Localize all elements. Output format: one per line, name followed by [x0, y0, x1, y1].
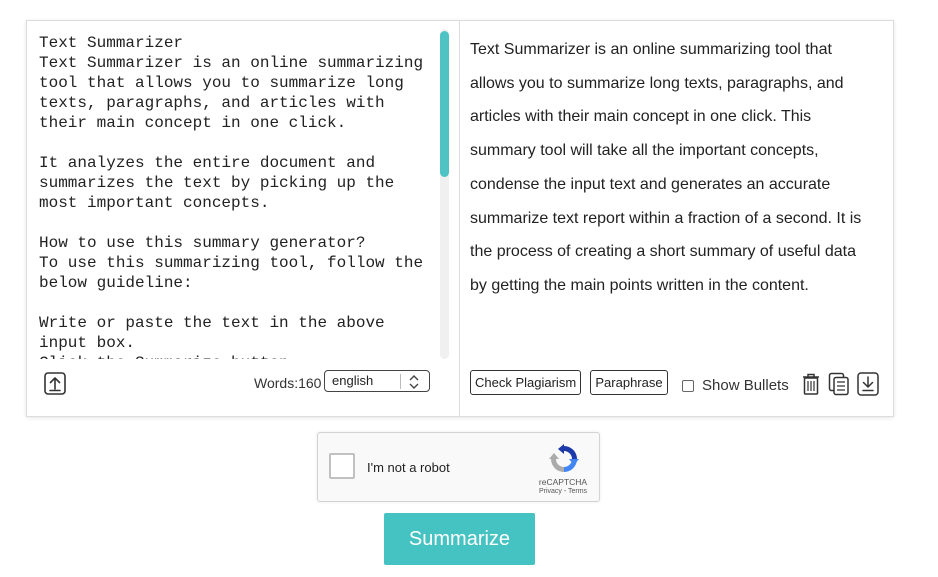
summarizer-panel: Text Summarizer Text Summarizer is an on…	[26, 20, 894, 417]
word-count: Words:160	[254, 375, 322, 391]
summarize-button[interactable]: Summarize	[384, 513, 535, 565]
recaptcha-brand: reCAPTCHA	[538, 477, 588, 487]
show-bullets-label: Show Bullets	[702, 377, 789, 394]
recaptcha-links[interactable]: Privacy - Terms	[518, 488, 608, 495]
input-scrollbar[interactable]	[440, 29, 449, 359]
recaptcha-label: I'm not a robot	[367, 460, 450, 475]
language-select[interactable]: english	[324, 370, 430, 392]
download-icon[interactable]	[857, 372, 879, 396]
output-pane: Text Summarizer is an online summarizing…	[460, 21, 893, 416]
show-bullets-toggle[interactable]: Show Bullets	[682, 377, 789, 394]
chevron-updown-icon	[409, 375, 419, 389]
select-separator	[400, 374, 401, 389]
recaptcha-widget: I'm not a robot reCAPTCHA Privacy - Term…	[317, 432, 600, 502]
upload-icon[interactable]	[44, 371, 66, 395]
input-pane: Text Summarizer Text Summarizer is an on…	[27, 21, 460, 416]
trash-icon[interactable]	[801, 372, 821, 396]
recaptcha-checkbox[interactable]	[329, 453, 355, 479]
language-value: english	[332, 373, 374, 388]
check-plagiarism-button[interactable]: Check Plagiarism	[470, 370, 581, 395]
scrollbar-thumb[interactable]	[440, 31, 449, 177]
show-bullets-checkbox[interactable]	[682, 379, 694, 392]
summary-output: Text Summarizer is an online summarizing…	[470, 41, 862, 294]
copy-icon[interactable]	[828, 372, 849, 396]
recaptcha-logo-icon	[549, 444, 579, 472]
paraphrase-button[interactable]: Paraphrase	[590, 370, 668, 395]
input-textarea[interactable]: Text Summarizer Text Summarizer is an on…	[39, 33, 439, 359]
